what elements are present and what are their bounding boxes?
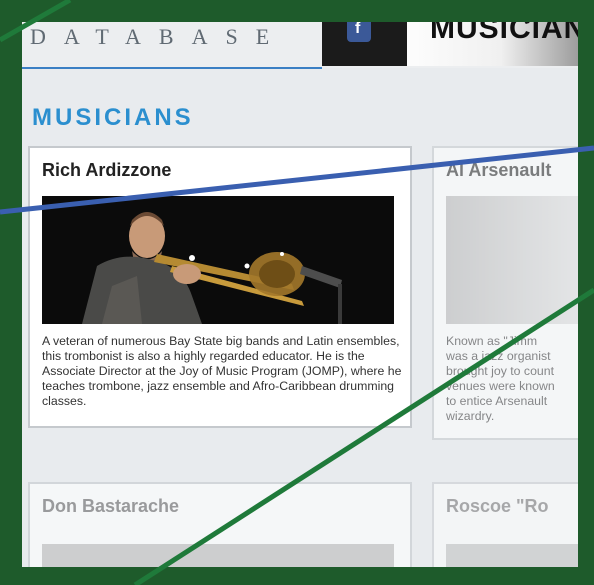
site-header: DATABASE f MUSICIAN: [22, 22, 578, 69]
page-viewport: DATABASE f MUSICIAN MUSICIANS Rich Ardiz…: [22, 22, 578, 567]
facebook-icon-glyph: f: [355, 22, 361, 37]
header-banner[interactable]: MUSICIAN: [407, 22, 578, 66]
musician-name[interactable]: Roscoe "Ro: [446, 496, 549, 517]
musician-description: Known as "Jimm was a jazz organist broug…: [446, 334, 555, 423]
musician-photo[interactable]: [42, 196, 394, 324]
header-divider: [22, 67, 322, 69]
musician-photo[interactable]: [446, 544, 578, 567]
musician-name[interactable]: Don Bastarache: [42, 496, 179, 517]
facebook-icon[interactable]: f: [347, 22, 371, 42]
musician-card[interactable]: Roscoe "Ro: [432, 482, 578, 567]
musician-card[interactable]: Don Bastarache: [28, 482, 412, 567]
page-title: MUSICIANS: [32, 104, 194, 131]
musician-photo[interactable]: [42, 544, 394, 567]
musician-card[interactable]: Rich Ardizzone A veteran of numerous Bay…: [28, 146, 412, 428]
musician-name[interactable]: Al Arsenault: [446, 160, 551, 181]
outer-frame: DATABASE f MUSICIAN MUSICIANS Rich Ardiz…: [0, 0, 594, 585]
site-logo[interactable]: DATABASE: [30, 22, 287, 52]
trombonist-photo-graphic: [42, 196, 394, 324]
musician-description: A veteran of numerous Bay State big band…: [42, 334, 402, 408]
musician-card[interactable]: Al Arsenault Known as "Jimm was a jazz o…: [432, 146, 578, 440]
header-banner-text: MUSICIAN: [430, 22, 578, 45]
musician-name[interactable]: Rich Ardizzone: [42, 160, 171, 181]
musician-photo[interactable]: [446, 196, 578, 324]
